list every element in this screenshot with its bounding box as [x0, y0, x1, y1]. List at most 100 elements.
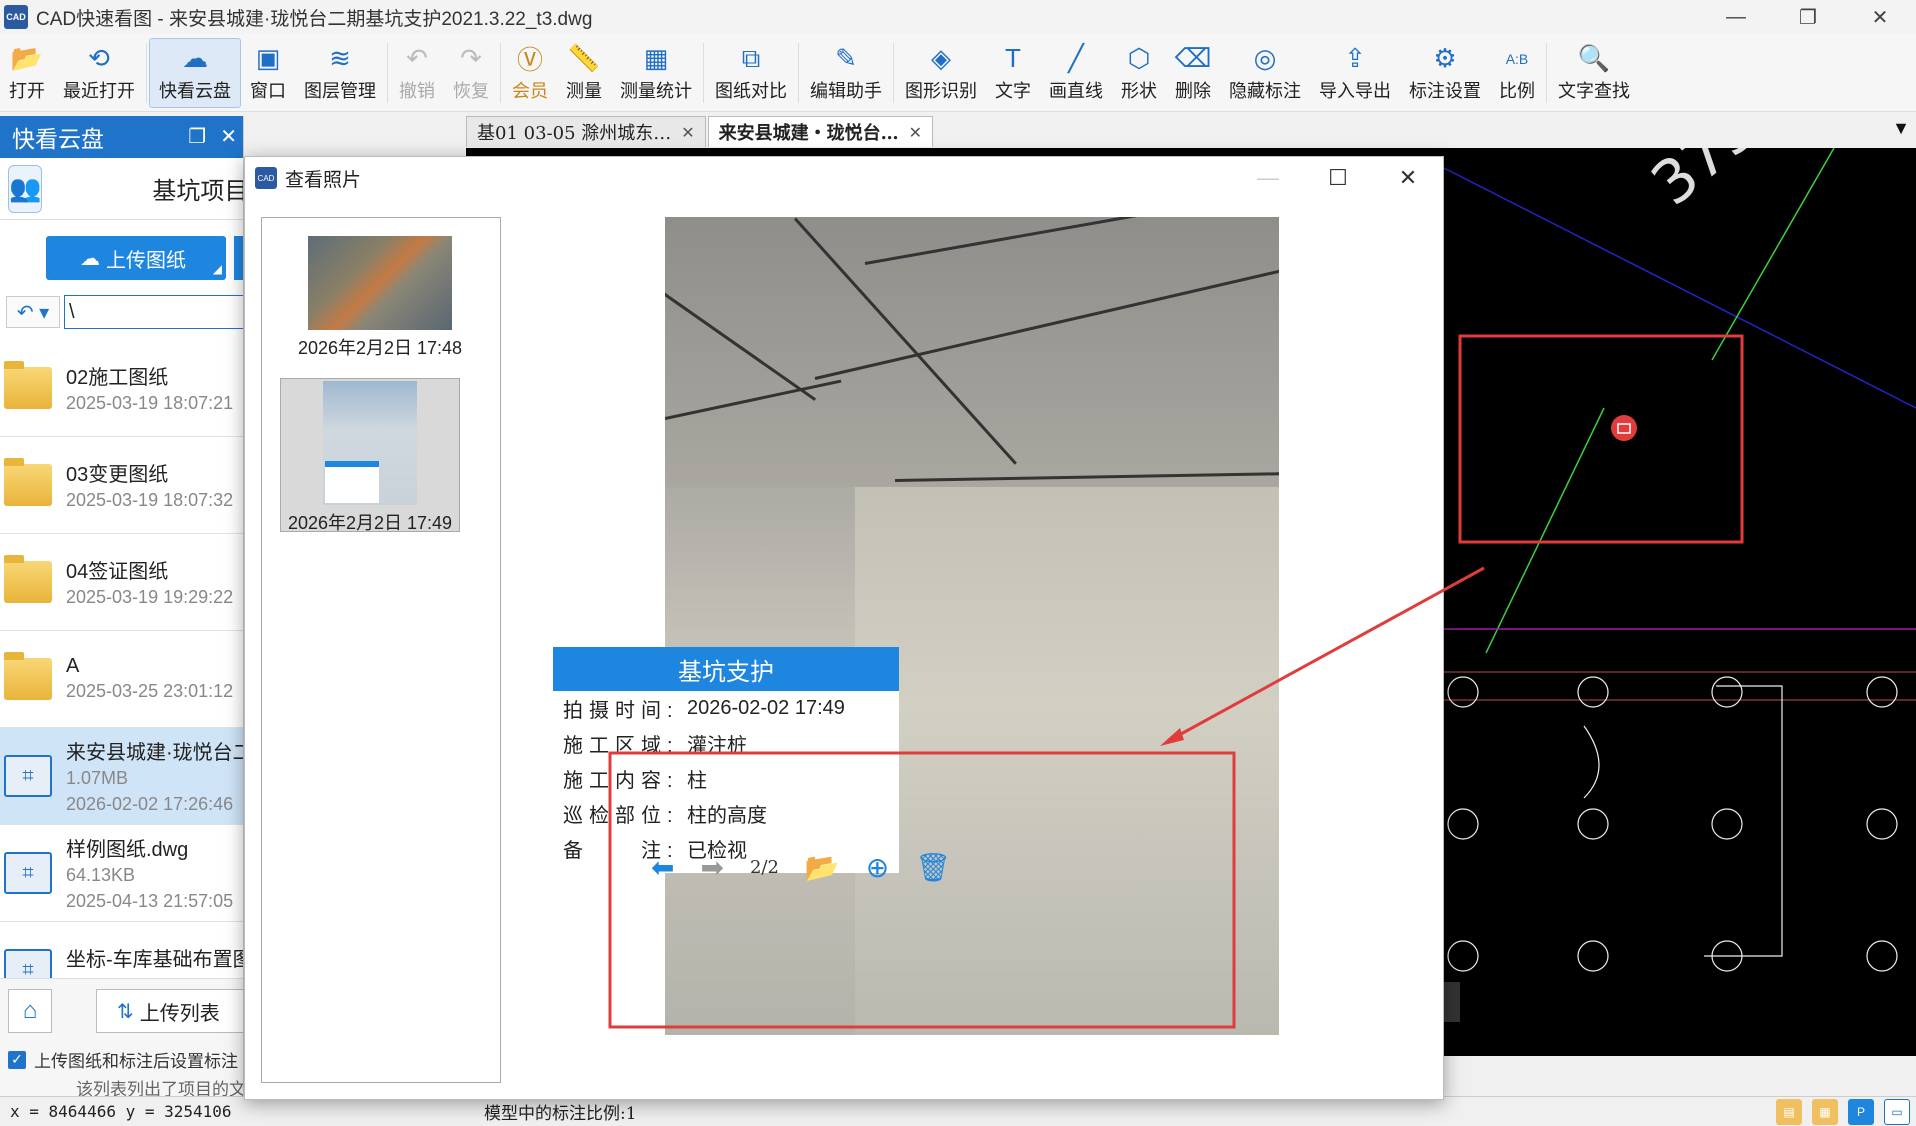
toolbar-line-button[interactable]: ╱ 画直线 — [1040, 38, 1112, 108]
toolbar-hide-annotation-button[interactable]: ◎ 隐藏标注 — [1220, 38, 1310, 108]
ruler-icon: 📏 — [567, 43, 601, 73]
home-icon[interactable]: ⌂ — [8, 989, 52, 1033]
dialog-close-button[interactable]: ✕ — [1373, 157, 1443, 199]
file-list-item[interactable]: 03变更图纸 2025-03-19 18:07:32 — [0, 437, 243, 534]
toolbar-eraser-button[interactable]: ⌫ 删除 — [1166, 38, 1220, 108]
layers-icon: ≋ — [329, 43, 351, 73]
cloud-panel-footer: ⌂ ⇅ 上传列表 ✓ 上传图纸和标注后设置标注 该列表列出了项目的文 — [0, 978, 243, 1096]
tabs-dropdown-icon[interactable]: ▼ — [1892, 118, 1910, 139]
next-arrow-icon[interactable]: ➡ — [700, 851, 723, 884]
toolbar-window-button[interactable]: ▣ 窗口 — [241, 38, 295, 108]
cloud-panel: 快看云盘 ❐ ✕ 👥 基坑项目 ☁ 上传图纸 ◢ ↶ ▾ \ 02施工图纸 202… — [0, 116, 244, 1096]
drawing-canvas[interactable]: 375 — [1444, 148, 1916, 1056]
shapes-icon: ⬡ — [1127, 43, 1151, 73]
previous-arrow-icon[interactable]: ⬅ — [651, 851, 674, 884]
toolbar-text-button[interactable]: T 文字 — [986, 38, 1040, 108]
dialog-logo-icon: CAD — [255, 167, 277, 189]
toolbar-scale-button[interactable]: A:B 比例 — [1490, 38, 1544, 108]
secondary-upload-button[interactable] — [234, 236, 243, 280]
dialog-minimize-button[interactable]: — — [1233, 157, 1303, 199]
image-export-icon[interactable]: ▦ — [1812, 1099, 1838, 1125]
toolbar-undo-button[interactable]: ↶ 撤销 — [390, 38, 444, 108]
photo-view — [665, 217, 1279, 1035]
card-row: 拍摄时间: 2026-02-02 17:49 — [553, 691, 899, 726]
toolbar-vip-button[interactable]: Ⓥ 会员 — [503, 38, 557, 108]
thumbnail-image — [323, 381, 417, 505]
toolbar-compare-button[interactable]: ⧉ 图纸对比 — [706, 38, 796, 108]
card-field-label: 施工内容: — [563, 770, 679, 792]
toolbar-edit-assistant-button[interactable]: ✎ 编辑助手 — [801, 38, 891, 108]
tab-label: 基01 03-05 滁州城东… — [477, 123, 672, 144]
thumbnail-caption: 2026年2月2日 17:49 — [287, 513, 453, 533]
pdf-export-icon[interactable]: ▤ — [1776, 1099, 1802, 1125]
page-indicator: 2/2 — [749, 857, 779, 878]
sort-arrows-icon: ⇅ — [117, 1000, 134, 1023]
toolbar-annotation-settings-button[interactable]: ⚙ 标注设置 — [1400, 38, 1490, 108]
team-members-icon[interactable]: 👥 — [8, 164, 43, 213]
toolbar-redo-button[interactable]: ↷ 恢复 — [444, 38, 498, 108]
file-list-item[interactable]: ⌗ 来安县城建·珑悦台二 1.07MB 2026-02-02 17:26:46 — [0, 728, 244, 825]
toolbar-shape-recognize-button[interactable]: ◈ 图形识别 — [896, 38, 986, 108]
add-photo-icon[interactable]: ⊕ — [866, 851, 889, 884]
annotation-settings-icon: ⚙ — [1433, 43, 1457, 73]
upload-drawing-button[interactable]: ☁ 上传图纸 ◢ — [46, 236, 226, 280]
toolbar-label: 隐藏标注 — [1229, 80, 1301, 101]
tab-close-icon[interactable]: ✕ — [681, 123, 694, 142]
panel-close-icon[interactable]: ✕ — [220, 124, 237, 149]
cursor-coordinates: x = 8464466 y = 3254106 — [10, 1102, 232, 1121]
dialog-maximize-button[interactable]: ☐ — [1303, 157, 1373, 199]
cad-drawing: 375 — [1444, 148, 1916, 1022]
toolbar-label: 图形识别 — [905, 80, 977, 101]
file-list-item[interactable]: 04签证图纸 2025-03-19 19:29:22 — [0, 534, 243, 631]
toolbar-label: 标注设置 — [1409, 80, 1481, 101]
toolbar-history-button[interactable]: ⟲ 最近打开 — [54, 38, 144, 108]
file-list-item[interactable]: ⌗ 样例图纸.dwg 64.13KB 2025-04-13 21:57:05 — [0, 825, 243, 922]
toolbar-label: 图层管理 — [304, 80, 376, 101]
toolbar-cloud-button[interactable]: ☁ 快看云盘 — [149, 37, 241, 108]
pdf-convert-icon[interactable]: P — [1848, 1099, 1874, 1125]
delete-icon[interactable]: 🗑 — [915, 851, 951, 884]
thumbnail-item-selected[interactable]: 2026年2月2日 17:49 — [280, 378, 460, 533]
upload-list-button[interactable]: ⇅ 上传列表 — [96, 989, 243, 1033]
card-row: 巡检部位: 柱的高度 — [553, 796, 899, 831]
project-header: 👥 基坑项目 — [0, 158, 243, 220]
dropdown-arrow-icon[interactable]: ◢ — [213, 262, 222, 276]
file-list-item[interactable]: A 2025-03-25 23:01:12 — [0, 631, 243, 728]
maximize-button[interactable]: ❐ — [1772, 0, 1844, 34]
tab-close-icon[interactable]: ✕ — [909, 123, 922, 142]
open-folder-icon[interactable]: 📂 — [805, 851, 840, 884]
path-input[interactable]: \ — [64, 295, 243, 329]
back-icon[interactable]: ↶ ▾ — [6, 296, 60, 328]
minimize-button[interactable]: — — [1700, 0, 1772, 34]
toolbar-label: 图纸对比 — [715, 80, 787, 101]
vip-icon: Ⓥ — [516, 45, 543, 75]
toolbar-measure-stats-button[interactable]: ▦ 测量统计 — [611, 38, 701, 108]
card-field-value: 灌注桩 — [687, 735, 747, 757]
file-list-item[interactable]: 02施工图纸 2025-03-19 18:07:21 — [0, 340, 243, 437]
auto-annotation-checkbox[interactable]: ✓ — [8, 1050, 26, 1069]
close-button[interactable]: ✕ — [1844, 0, 1916, 34]
toolbar-separator — [1546, 42, 1547, 103]
annotation-scale-text: 模型中的标注比例:1 — [484, 1104, 637, 1124]
document-tab[interactable]: 基01 03-05 滁州城东… ✕ — [466, 116, 706, 147]
toolbar-ruler-button[interactable]: 📏 测量 — [557, 38, 611, 108]
toolbar-layers-button[interactable]: ≋ 图层管理 — [295, 38, 385, 108]
toolbar-text-search-button[interactable]: 🔍 文字查找 — [1549, 38, 1639, 108]
view-photo-dialog: CAD 查看照片 — ☐ ✕ 2026年2月2日 17:48 2026年2月2日… — [244, 156, 1444, 1100]
panel-restore-icon[interactable]: ❐ — [188, 124, 206, 149]
toolbar-label: 删除 — [1175, 80, 1211, 101]
file-meta: 1.07MB — [66, 767, 129, 788]
import-export-icon: ⇪ — [1344, 43, 1366, 73]
toolbar-label: 恢复 — [453, 80, 489, 101]
toolbar-import-export-button[interactable]: ⇪ 导入导出 — [1310, 38, 1400, 108]
auto-annotation-label: 上传图纸和标注后设置标注 — [34, 1052, 238, 1071]
document-tab[interactable]: 来安县城建・珑悦台… ✕ — [707, 116, 934, 147]
toolbar-folder-open-button[interactable]: 📂 打开 — [0, 38, 54, 108]
thumbnail-item[interactable]: 2026年2月2日 17:48 — [290, 236, 470, 360]
dwg-file-icon: ⌗ — [4, 755, 52, 797]
file-name: 来安县城建·珑悦台二 — [66, 741, 244, 764]
folder-open-icon: 📂 — [10, 43, 44, 73]
toolbar-shapes-button[interactable]: ⬡ 形状 — [1112, 38, 1166, 108]
fullscreen-icon[interactable]: ▭ — [1884, 1099, 1910, 1125]
text-icon: T — [1005, 43, 1021, 73]
